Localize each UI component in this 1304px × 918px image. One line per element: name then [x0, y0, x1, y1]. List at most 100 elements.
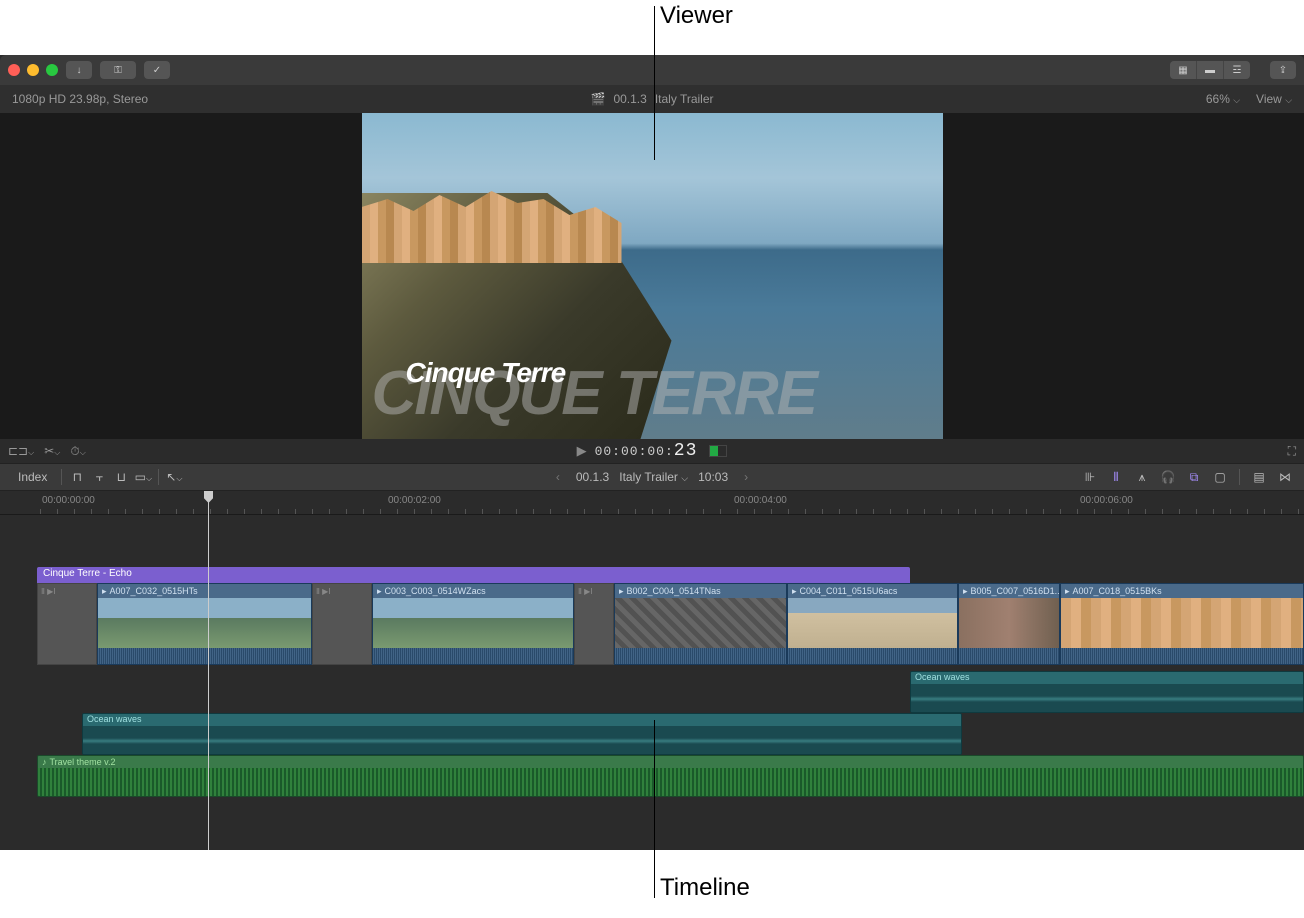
- tools-menu[interactable]: ✂⌵: [44, 444, 60, 459]
- insert-clip-button[interactable]: ⫟: [88, 467, 110, 487]
- skimming-button[interactable]: ⊪: [1079, 467, 1101, 487]
- snapping-toggle[interactable]: ⧉: [1183, 467, 1205, 487]
- timeline-panel[interactable]: 00:00:00:0000:00:02:0000:00:04:0000:00:0…: [0, 491, 1304, 850]
- viewer-frame: CINQUE TERRE Cinque Terre: [362, 113, 943, 439]
- inspector-toggle-button[interactable]: ☲: [1224, 61, 1250, 79]
- clip-label: ▸B002_C004_0514TNas: [615, 584, 786, 598]
- video-clip[interactable]: ▸A007_C018_0515BKs: [1060, 583, 1304, 665]
- window-titlebar: ↓ ⚿ ✓ ▦ ▬ ☲ ⇪: [0, 55, 1304, 85]
- timeline-history-back[interactable]: ‹: [550, 470, 566, 484]
- audio-clip[interactable]: Ocean waves: [82, 713, 962, 755]
- clip-label: Ocean waves: [911, 672, 1303, 684]
- clip-label: Ocean waves: [83, 714, 961, 726]
- minimize-window-button[interactable]: [27, 64, 39, 76]
- chevron-down-icon: ⌵: [681, 473, 688, 483]
- viewer-panel[interactable]: CINQUE TERRE Cinque Terre: [0, 113, 1304, 439]
- clip-label: ▸C003_C003_0514WZacs: [373, 584, 573, 598]
- clip-label: ▸C004_C011_0515U6acs: [788, 584, 957, 598]
- project-name: Italy Trailer: [655, 92, 714, 106]
- project-timecode: 00.1.3: [613, 92, 646, 106]
- timeline-history-forward[interactable]: ›: [738, 470, 754, 484]
- chevron-down-icon: ⌵: [1285, 95, 1292, 105]
- timeline-toolbar: Index ⊓ ⫟ ⊔ ▭⌵ ↖⌵ ‹ 00.1.3 Italy Trailer…: [0, 463, 1304, 491]
- traffic-lights: [8, 64, 58, 76]
- grid-icon: ▦: [1178, 65, 1187, 76]
- append-clip-button[interactable]: ⊔: [110, 467, 132, 487]
- annotation-viewer: Viewer: [660, 2, 733, 30]
- retime-menu[interactable]: ⏱⌵: [70, 444, 85, 459]
- title-text: Cinque Terre: [406, 357, 566, 389]
- transitions-browser-button[interactable]: ⋈: [1274, 467, 1296, 487]
- timecode-frames: 23: [674, 441, 698, 461]
- maximize-window-button[interactable]: [46, 64, 58, 76]
- import-button[interactable]: ↓: [66, 61, 92, 79]
- view-dropdown[interactable]: View ⌵: [1256, 92, 1292, 106]
- index-button[interactable]: Index: [8, 467, 57, 487]
- video-clip[interactable]: ▸C003_C003_0514WZacs: [372, 583, 574, 665]
- filmstrip-icon: ▬: [1205, 65, 1215, 76]
- share-icon: ⇪: [1279, 65, 1287, 76]
- select-tool[interactable]: ↖⌵: [163, 467, 185, 487]
- timeline-duration: 10:03: [698, 470, 728, 484]
- video-clip[interactable]: ▸C004_C011_0515U6acs: [787, 583, 958, 665]
- music-clip[interactable]: ♪ Travel theme v.2: [37, 755, 1304, 797]
- skimming-icon: ⊪: [1085, 470, 1095, 484]
- timeline-ruler[interactable]: 00:00:00:0000:00:02:0000:00:04:0000:00:0…: [0, 491, 1304, 515]
- audio-clip[interactable]: Ocean waves: [910, 671, 1304, 713]
- chevron-down-icon: ⌵: [28, 448, 34, 457]
- format-label: 1080p HD 23.98p, Stereo: [12, 92, 591, 106]
- pointer-icon: ↖⌵: [166, 470, 182, 484]
- layout-group: ▦ ▬ ☲: [1170, 61, 1250, 79]
- annotation-timeline-line: [654, 720, 655, 898]
- clip-handle[interactable]: Ⅱ ▶Ⅰ: [37, 583, 97, 665]
- clip-label: ▸B005_C007_0516D1...: [959, 584, 1059, 598]
- video-clip[interactable]: ▸A007_C032_0515HTs: [97, 583, 312, 665]
- zoom-dropdown[interactable]: 66% ⌵: [1206, 92, 1240, 106]
- film-icon: ▸: [102, 586, 107, 597]
- fullscreen-button[interactable]: ⛶: [1288, 444, 1296, 458]
- title-clip[interactable]: Cinque Terre - Echo: [37, 567, 910, 583]
- clip-label: ♪ Travel theme v.2: [38, 756, 1303, 768]
- background-tasks-button[interactable]: ✓: [144, 61, 170, 79]
- browser-toggle-button[interactable]: ▦: [1170, 61, 1196, 79]
- timecode-display[interactable]: 00:00:00:23: [595, 441, 698, 461]
- audio-meter[interactable]: [709, 445, 727, 457]
- play-button[interactable]: ▶: [577, 443, 587, 459]
- effects-browser-button[interactable]: ▤: [1248, 467, 1270, 487]
- overwrite-clip-button[interactable]: ▭⌵: [132, 467, 154, 487]
- playhead[interactable]: [208, 491, 209, 850]
- audio-skim-icon: ⫴: [1113, 470, 1118, 485]
- timeline-project-name[interactable]: Italy Trailer ⌵: [619, 470, 688, 484]
- film-icon: ▸: [377, 586, 382, 597]
- keyword-button[interactable]: ⚿: [100, 61, 136, 79]
- effects-button[interactable]: ▢: [1209, 467, 1231, 487]
- connect-icon: ⊓: [73, 470, 82, 484]
- chevron-down-icon: ⌵: [80, 448, 86, 457]
- share-button[interactable]: ⇪: [1270, 61, 1296, 79]
- snapping-button[interactable]: 🎧: [1157, 467, 1179, 487]
- browser-icon: ▤: [1253, 470, 1264, 484]
- close-window-button[interactable]: [8, 64, 20, 76]
- timeline-toggle-button[interactable]: ▬: [1197, 61, 1223, 79]
- append-icon: ⊔: [117, 470, 126, 484]
- annotation-timeline: Timeline: [660, 874, 750, 902]
- ruler-mark: 00:00:00:00: [42, 495, 95, 506]
- headphones-icon: 🎧: [1161, 470, 1176, 484]
- annotation-viewer-line: [654, 6, 655, 160]
- solo-button[interactable]: ⩚: [1131, 467, 1153, 487]
- clip-handle[interactable]: Ⅱ ▶Ⅰ: [312, 583, 372, 665]
- clip-handle[interactable]: Ⅱ ▶Ⅰ: [574, 583, 614, 665]
- connect-clip-button[interactable]: ⊓: [66, 467, 88, 487]
- ruler-mark: 00:00:04:00: [734, 495, 787, 506]
- checkmark-circle-icon: ✓: [153, 65, 161, 76]
- film-icon: ▸: [963, 586, 968, 597]
- video-clip[interactable]: ▸B005_C007_0516D1...: [958, 583, 1060, 665]
- audio-skimming-button[interactable]: ⫴: [1105, 467, 1127, 487]
- clapperboard-icon: 🎬: [591, 92, 606, 106]
- playbar: ⊏⊐⌵ ✂⌵ ⏱⌵ ▶ 00:00:00:23 ⛶: [0, 439, 1304, 463]
- video-clip[interactable]: ▸B002_C004_0514TNas: [614, 583, 787, 665]
- trim-menu[interactable]: ⊏⊐⌵: [8, 444, 34, 459]
- clip-label: ▸A007_C032_0515HTs: [98, 584, 311, 598]
- timeline-project-tc: 00.1.3: [576, 470, 609, 484]
- waveform-icon: ⩚: [1139, 470, 1146, 485]
